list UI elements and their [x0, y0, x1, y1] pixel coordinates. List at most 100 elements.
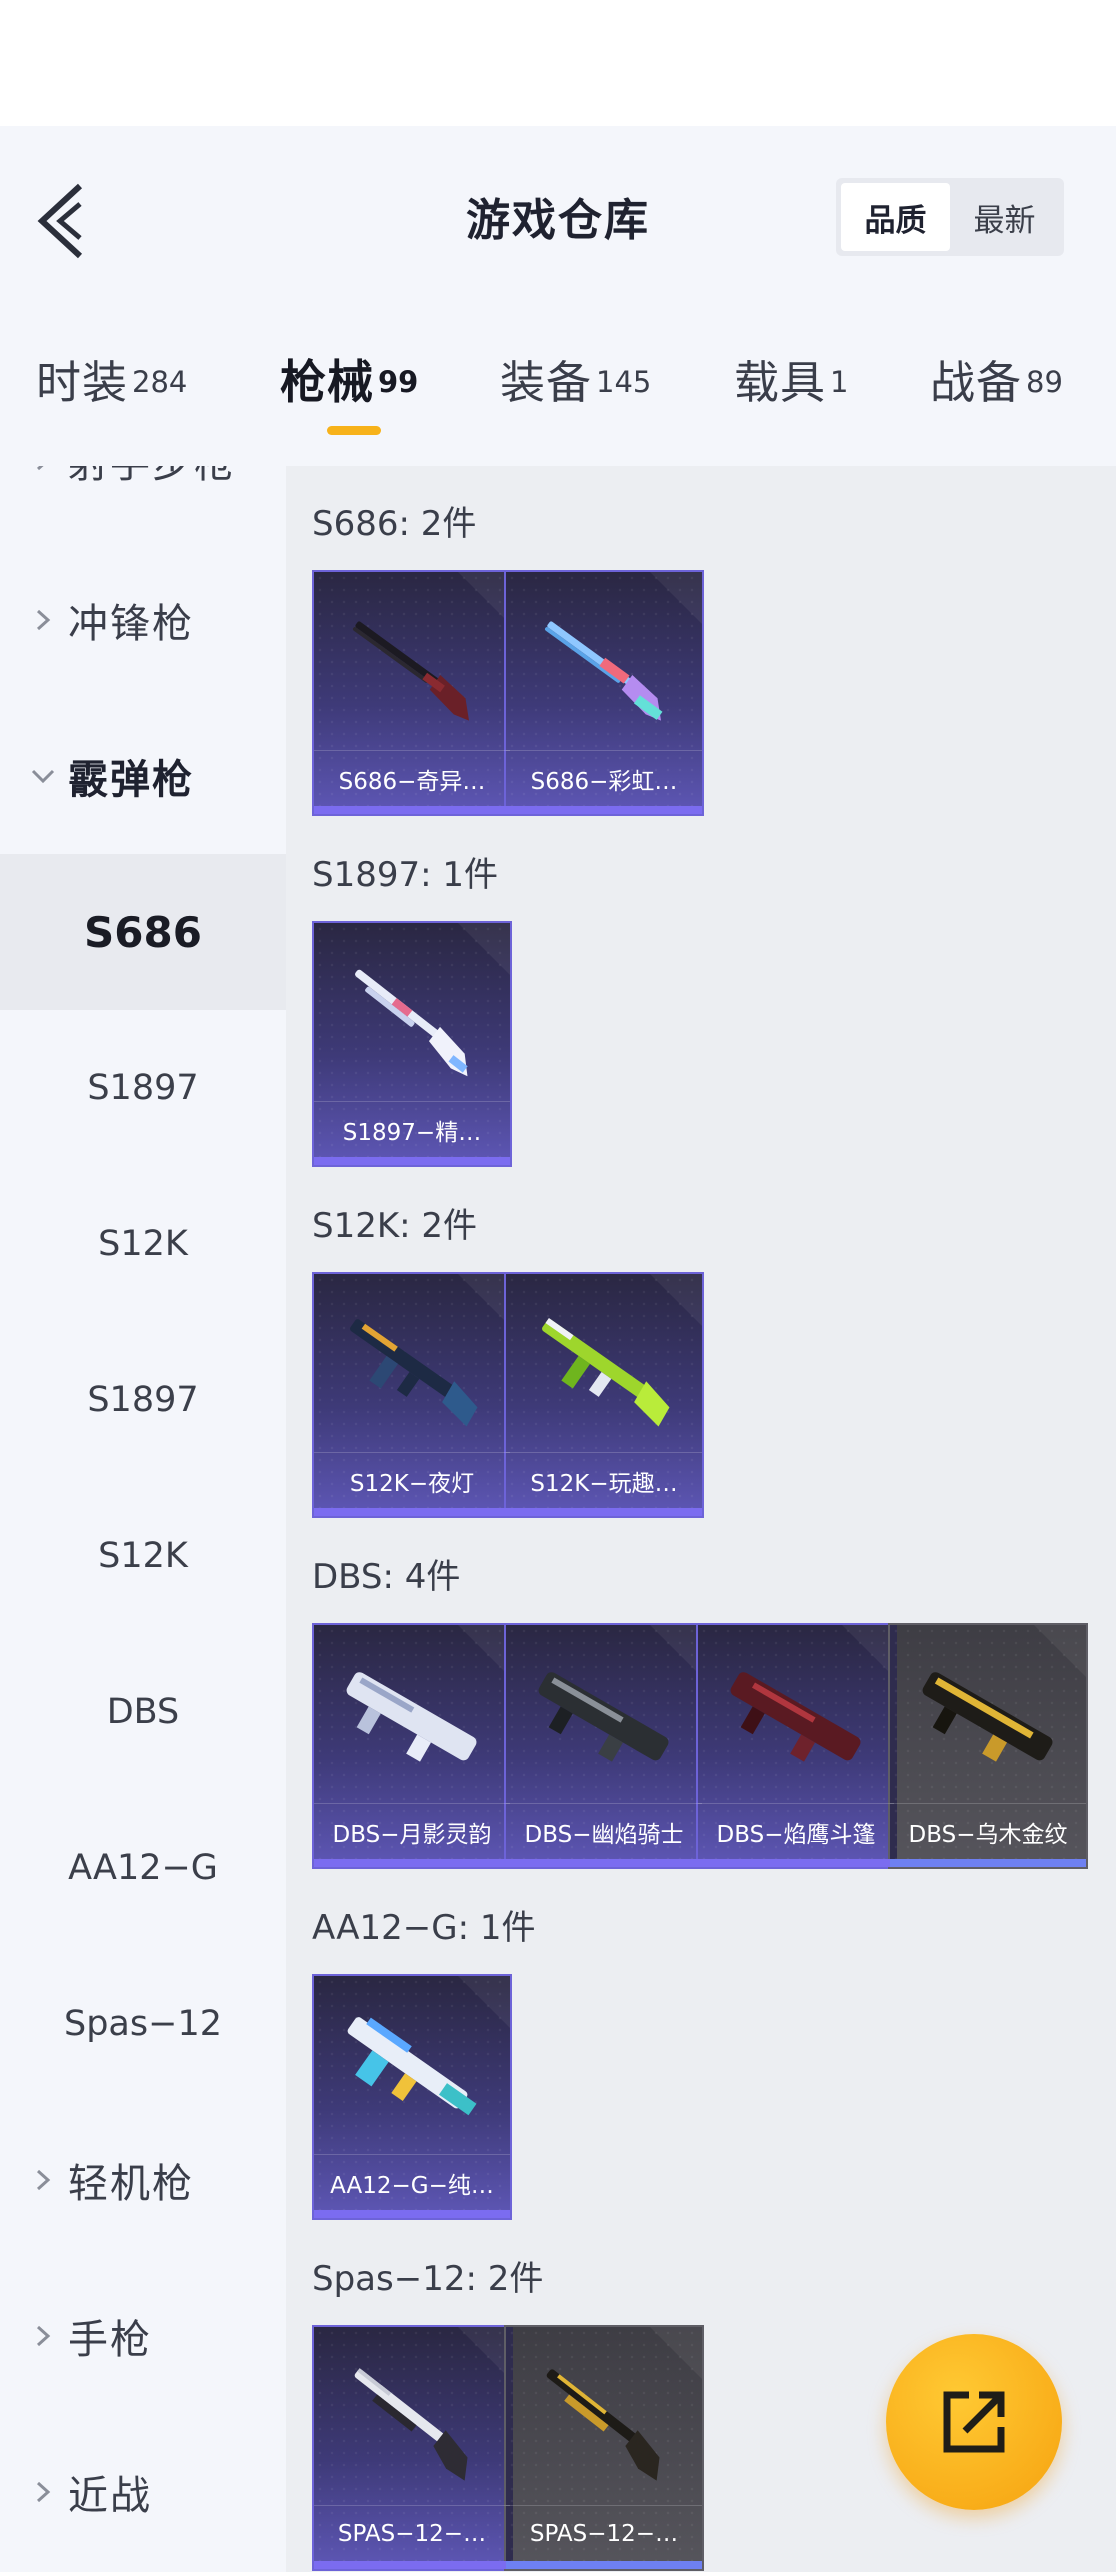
rarity-bar — [506, 1859, 702, 1867]
sidebar-sub-label: Spas−12 — [64, 2004, 222, 2044]
section-title: S1897: 1件 — [312, 855, 499, 895]
skin-card[interactable]: DBS−月影灵韵 — [312, 1623, 512, 1869]
sidebar-sub-dbs[interactable]: DBS — [0, 1634, 286, 1790]
skin-name: S12K−夜灯 — [314, 1452, 510, 1508]
bullpup-shotgun-icon — [346, 1672, 477, 1762]
weapon-skin-list: S686: 2件 S686−奇异… S686−彩虹… S1897: 1件 S18… — [286, 466, 1116, 2572]
sidebar-item-shotgun[interactable]: 霰弹枪 — [0, 698, 286, 854]
sidebar-sub-aa12g[interactable]: AA12−G — [0, 1790, 286, 1946]
tab-count: 145 — [596, 364, 652, 399]
chevron-right-icon — [28, 2165, 58, 2195]
tab-label: 载具 — [734, 356, 827, 409]
sidebar-sub-label: S1897 — [87, 1380, 199, 1420]
sidebar-item-label: 轻机枪 — [68, 2161, 194, 2207]
share-out-icon — [943, 2391, 1005, 2453]
sidebar-item-pistol[interactable]: 手枪 — [0, 2258, 286, 2414]
skin-card[interactable]: DBS−焰鹰斗篷 — [696, 1623, 896, 1869]
sort-toggle: 品质 最新 — [836, 178, 1064, 256]
weapon-type-sidebar: 射手步枪 冲锋枪 霰弹枪 S686 S1897 S12K S1897 S12K … — [0, 466, 286, 2572]
chevron-right-icon — [28, 605, 58, 635]
skin-card[interactable]: DBS−幽焰骑士 — [504, 1623, 704, 1869]
sidebar-sub-label: DBS — [106, 1692, 180, 1732]
tab-firearms[interactable]: 枪械 99 — [280, 346, 418, 426]
auto-shotgun-icon — [347, 2017, 477, 2116]
skin-card[interactable]: S1897−精… — [312, 921, 512, 1167]
skin-name: AA12−G−纯… — [314, 2154, 510, 2210]
assault-shotgun-icon — [542, 1318, 670, 1427]
section-title: S12K: 2件 — [312, 1206, 478, 1246]
bullpup-shotgun-icon — [538, 1672, 669, 1762]
tab-count: 89 — [1026, 364, 1063, 399]
shotgun-icon — [353, 621, 470, 721]
sidebar-sub-label: S12K — [98, 1224, 188, 1264]
tab-vehicles[interactable]: 载具 1 — [734, 346, 848, 426]
sidebar-sub-s12k[interactable]: S12K — [0, 1478, 286, 1634]
skin-name: S1897−精… — [314, 1101, 510, 1157]
chevron-right-icon — [28, 2477, 58, 2507]
rarity-bar — [890, 1859, 1086, 1867]
rarity-bar — [506, 806, 702, 814]
skin-card[interactable]: S686−彩虹… — [504, 570, 704, 816]
chevron-right-icon — [28, 2321, 58, 2351]
sidebar-sub-label: S12K — [98, 1536, 188, 1576]
skin-card[interactable]: S12K−玩趣… — [504, 1272, 704, 1518]
skin-name: S12K−玩趣… — [506, 1452, 702, 1508]
section-title: DBS: 4件 — [312, 1557, 461, 1597]
section-title: AA12−G: 1件 — [312, 1908, 536, 1948]
sidebar-sub-s686[interactable]: S686 — [0, 854, 286, 1010]
rarity-bar — [314, 806, 510, 814]
sort-by-quality-button[interactable]: 品质 — [841, 183, 950, 251]
skin-card[interactable]: S686−奇异… — [312, 570, 512, 816]
skin-card[interactable]: DBS−乌木金纹 — [888, 1623, 1088, 1869]
chevron-right-icon — [28, 466, 58, 475]
active-tab-indicator — [327, 426, 381, 435]
rarity-bar — [506, 1508, 702, 1516]
sidebar-item-dmr[interactable]: 射手步枪 — [0, 466, 286, 538]
category-tabs: 时装 284 枪械 99 装备 145 载具 1 战备 89 — [0, 306, 1116, 466]
skin-card[interactable]: SPAS−12−… — [504, 2325, 704, 2571]
share-button[interactable] — [886, 2334, 1062, 2510]
skin-card[interactable]: AA12−G−纯… — [312, 1974, 512, 2220]
tab-equipment[interactable]: 装备 145 — [500, 346, 651, 426]
sidebar-sub-label: S1897 — [87, 1068, 199, 1108]
rarity-bar — [314, 1859, 510, 1867]
sidebar-item-melee[interactable]: 近战 — [0, 2414, 286, 2570]
sidebar-item-lmg[interactable]: 轻机枪 — [0, 2102, 286, 2258]
skin-name: SPAS−12−… — [314, 2505, 510, 2561]
rarity-bar — [314, 2561, 510, 2569]
sidebar-item-label: 射手步枪 — [68, 466, 236, 489]
sidebar-sub-s1897[interactable]: S1897 — [0, 1322, 286, 1478]
chevron-down-icon — [28, 761, 58, 791]
section-title: Spas−12: 2件 — [312, 2259, 544, 2299]
tab-fashion[interactable]: 时装 284 — [36, 346, 187, 426]
tab-supplies[interactable]: 战备 89 — [930, 346, 1063, 426]
sort-by-newest-button[interactable]: 最新 — [950, 183, 1059, 251]
sidebar-sub-s1897[interactable]: S1897 — [0, 1010, 286, 1166]
sidebar-item-label: 手枪 — [68, 2317, 152, 2363]
shotgun-icon — [355, 969, 468, 1077]
skin-card[interactable]: SPAS−12−… — [312, 2325, 512, 2571]
warehouse-screen: 游戏仓库 品质 最新 时装284 枪械99 装备145 载具1 战备89 射手步… — [0, 0, 1116, 2572]
pump-shotgun-icon — [354, 2368, 468, 2481]
skin-name: DBS−月影灵韵 — [314, 1803, 510, 1859]
rarity-bar — [314, 1157, 510, 1165]
bullpup-shotgun-icon — [730, 1672, 861, 1762]
sidebar-sub-spas12[interactable]: Spas−12 — [0, 1946, 286, 2102]
sidebar-item-label: 霰弹枪 — [68, 757, 194, 803]
sidebar-sub-label: AA12−G — [68, 1848, 218, 1888]
tab-label: 装备 — [500, 356, 593, 409]
tab-count: 1 — [830, 364, 849, 399]
skin-name: DBS−幽焰骑士 — [506, 1803, 702, 1859]
tab-count: 99 — [378, 364, 419, 399]
tab-label: 时装 — [36, 356, 129, 409]
sidebar-item-label: 冲锋枪 — [68, 601, 194, 647]
status-bar — [0, 0, 1116, 126]
pump-shotgun-icon — [546, 2369, 660, 2481]
skin-card[interactable]: S12K−夜灯 — [312, 1272, 512, 1518]
sidebar-item-smg[interactable]: 冲锋枪 — [0, 542, 286, 698]
skin-name: S686−彩虹… — [506, 750, 702, 806]
sidebar-item-label: 近战 — [68, 2473, 152, 2519]
skin-name: DBS−乌木金纹 — [890, 1803, 1086, 1859]
tab-label: 枪械 — [280, 355, 374, 409]
sidebar-sub-s12k[interactable]: S12K — [0, 1166, 286, 1322]
